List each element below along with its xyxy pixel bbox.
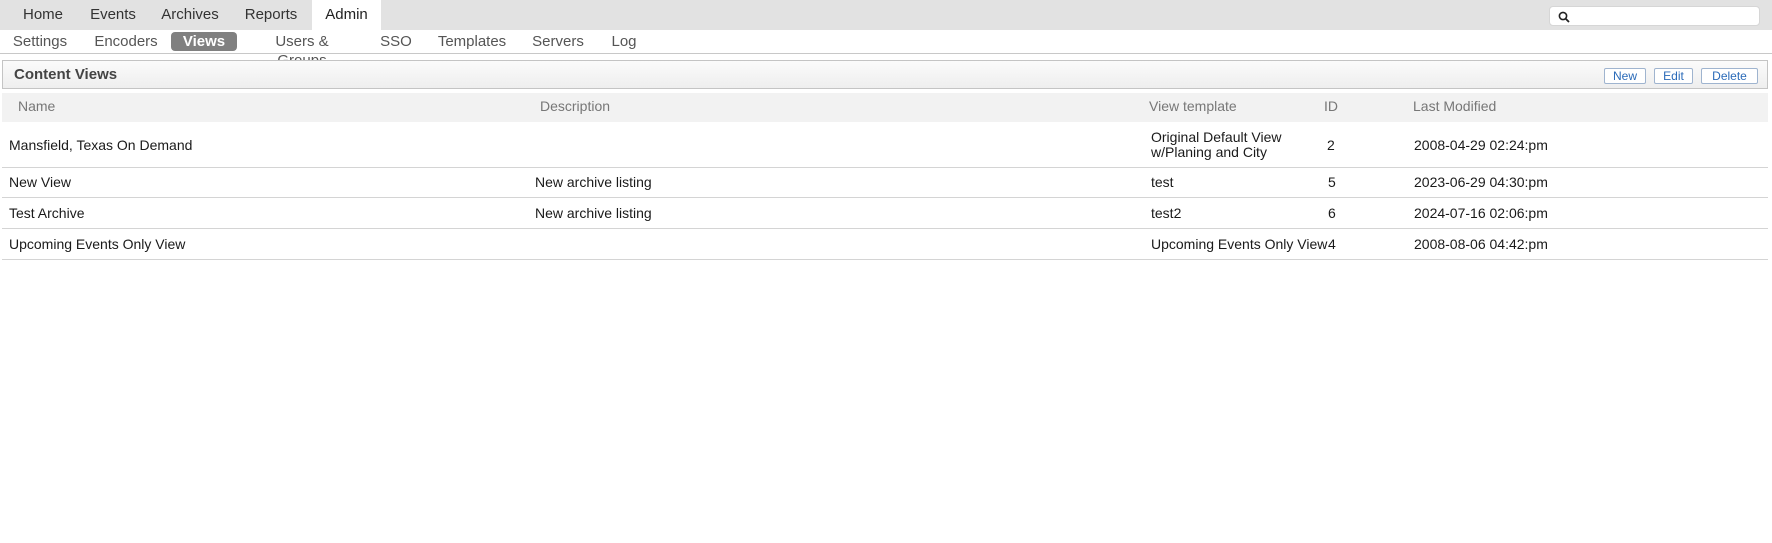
table-row[interactable]: Test Archive New archive listing test2 6… <box>2 198 1768 229</box>
row-name: Upcoming Events Only View <box>9 236 186 252</box>
table-header: Name Description View template ID Last M… <box>2 93 1768 122</box>
subtab-servers[interactable]: Servers <box>529 32 587 51</box>
tab-home[interactable]: Home <box>12 0 74 30</box>
subtab-encoders[interactable]: Encoders <box>90 32 162 51</box>
column-header-view-template[interactable]: View template <box>1149 93 1237 120</box>
subtab-users-groups[interactable]: Users & Groups <box>249 32 355 69</box>
new-button[interactable]: New <box>1604 68 1646 84</box>
table-row[interactable]: Upcoming Events Only View Upcoming Event… <box>2 229 1768 260</box>
row-view-template: Upcoming Events Only View <box>1151 236 1328 252</box>
subtab-views[interactable]: Views <box>171 32 237 51</box>
row-id: 2 <box>1327 137 1335 153</box>
row-description: New archive listing <box>535 174 652 190</box>
row-view-template-line: Original Default View <box>1151 129 1282 145</box>
table-row[interactable]: Mansfield, Texas On Demand Original Defa… <box>2 123 1768 168</box>
column-header-last-modified[interactable]: Last Modified <box>1413 93 1496 120</box>
subtab-settings[interactable]: Settings <box>8 32 72 51</box>
row-name: New View <box>9 174 71 190</box>
row-last-modified: 2024-07-16 02:06:pm <box>1414 205 1548 221</box>
row-id: 5 <box>1328 174 1336 190</box>
delete-button[interactable]: Delete <box>1701 68 1758 84</box>
top-nav-bar: Home Events Archives Reports Admin <box>0 0 1772 30</box>
row-view-template: test2 <box>1151 205 1182 221</box>
subtab-log[interactable]: Log <box>606 32 642 51</box>
content-views-header: Content Views New Edit Delete <box>2 60 1768 89</box>
subtab-sso[interactable]: SSO <box>376 32 416 51</box>
admin-sub-nav: Settings Encoders Views Users & Groups S… <box>0 30 1772 69</box>
search-input[interactable] <box>1574 8 1754 24</box>
search-icon <box>1558 10 1570 23</box>
row-view-template: test <box>1151 174 1174 190</box>
row-name: Mansfield, Texas On Demand <box>9 137 193 153</box>
page-title: Content Views <box>14 66 118 83</box>
row-last-modified: 2023-06-29 04:30:pm <box>1414 174 1548 190</box>
row-last-modified: 2008-04-29 02:24:pm <box>1414 137 1548 153</box>
row-id: 6 <box>1328 205 1336 221</box>
row-view-template-line: w/Planing and City <box>1151 144 1267 160</box>
column-header-description[interactable]: Description <box>540 93 610 120</box>
tab-archives[interactable]: Archives <box>153 0 227 30</box>
subtab-templates[interactable]: Templates <box>436 32 508 51</box>
row-id: 4 <box>1328 236 1336 252</box>
tab-admin[interactable]: Admin <box>312 0 381 30</box>
row-view-template: Original Default View w/Planing and City <box>1151 130 1281 160</box>
search-box[interactable] <box>1549 6 1760 26</box>
tab-events[interactable]: Events <box>80 0 146 30</box>
table-row[interactable]: New View New archive listing test 5 2023… <box>2 168 1768 198</box>
row-description: New archive listing <box>535 205 652 221</box>
tab-reports[interactable]: Reports <box>234 0 308 30</box>
edit-button[interactable]: Edit <box>1654 68 1693 84</box>
row-name: Test Archive <box>9 205 85 221</box>
row-last-modified: 2008-08-06 04:42:pm <box>1414 236 1548 252</box>
column-header-id[interactable]: ID <box>1324 93 1338 120</box>
column-header-name[interactable]: Name <box>18 93 55 120</box>
